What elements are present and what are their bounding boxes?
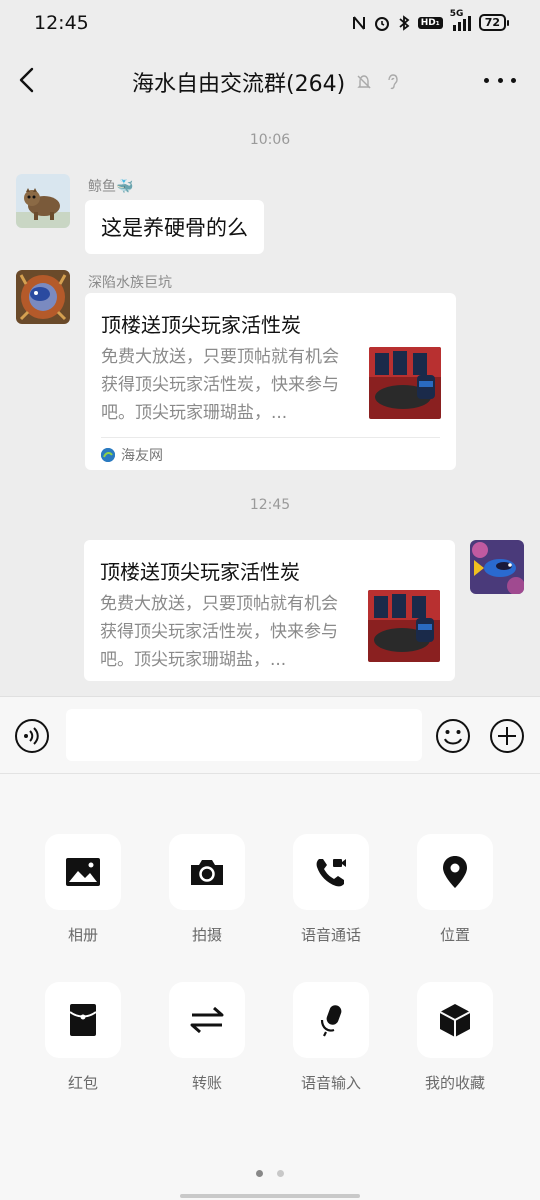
more-functions-button[interactable]: [489, 718, 525, 754]
location-pin-icon: [443, 856, 467, 888]
location-button[interactable]: [417, 834, 493, 910]
favorites-label: 我的收藏: [424, 1074, 485, 1092]
page-title: 海水自由交流群(264): [132, 72, 346, 97]
card-title: 顶楼送顶尖玩家活性炭: [100, 560, 300, 584]
tool-transfer[interactable]: 转账: [152, 982, 262, 1093]
tool-voice-call[interactable]: 语音通话: [276, 834, 386, 945]
source-logo-icon: [101, 448, 115, 462]
red-packet-button[interactable]: [45, 982, 121, 1058]
card-title: 顶楼送顶尖玩家活性炭: [101, 313, 301, 337]
more-options-button[interactable]: [484, 70, 516, 90]
tool-favorites[interactable]: 我的收藏: [400, 982, 510, 1093]
card-divider: [101, 437, 440, 438]
red-packet-label: 红包: [67, 1074, 98, 1092]
tool-voice-input[interactable]: 语音输入: [276, 982, 386, 1093]
home-indicator[interactable]: [180, 1194, 360, 1198]
more-dot-icon: [484, 77, 489, 83]
title-bar: 海水自由交流群(264): [0, 48, 540, 114]
page-dot[interactable]: [277, 1170, 284, 1177]
status-time: 12:45: [34, 12, 89, 34]
page-dot-active: [256, 1170, 263, 1177]
more-dot-icon: [497, 77, 503, 83]
voice-wave-icon: [15, 719, 49, 753]
status-bar: 12:45 HD₁ 5G 72: [0, 0, 540, 48]
camera-icon: [191, 860, 223, 885]
transfer-arrows-icon: [190, 1006, 224, 1034]
back-button[interactable]: [12, 64, 44, 96]
hd-badge: HD₁: [417, 16, 443, 29]
link-card[interactable]: 顶楼送顶尖玩家活性炭 免费大放送，只要顶帖就有机会获得顶尖玩家活性炭，快来参与吧…: [85, 293, 456, 470]
image-icon: [66, 858, 100, 886]
tool-album[interactable]: 相册: [28, 834, 138, 945]
card-thumbnail: [368, 590, 440, 662]
bluetooth-icon: [398, 14, 410, 31]
voice-input-label: 语音输入: [300, 1074, 361, 1092]
network-label: 5G: [449, 8, 464, 19]
input-bar: [0, 696, 540, 774]
earpiece-mode-icon: [388, 74, 398, 90]
card-source: 海友网: [101, 445, 163, 465]
tool-camera[interactable]: 拍摄: [152, 834, 262, 945]
avatar-whale[interactable]: [16, 174, 70, 228]
message-timestamp: 10:06: [249, 132, 291, 148]
voice-input-button[interactable]: [293, 982, 369, 1058]
back-arrow-icon: [19, 67, 34, 93]
album-label: 相册: [67, 926, 98, 944]
cube-icon: [439, 1004, 471, 1037]
sender-name: 深陷水族巨坑: [88, 275, 172, 291]
page-indicator: [0, 1170, 540, 1177]
card-description: 免费大放送，只要顶帖就有机会获得顶尖玩家活性炭，快来参与吧。顶尖玩家珊瑚盐，..…: [101, 347, 339, 423]
microphone-icon: [320, 1005, 342, 1037]
function-panel: 相册 拍摄 语音通话 位置 红包 转账 语音输入 我的收藏: [0, 774, 540, 1200]
message-bubble[interactable]: 这是养硬骨的么: [85, 200, 264, 254]
voice-call-label: 语音通话: [300, 926, 361, 944]
more-dot-icon: [511, 77, 516, 83]
tool-red-packet[interactable]: 红包: [28, 982, 138, 1093]
sender-name: 鲸鱼🐳: [88, 179, 134, 195]
phone-video-icon: [316, 859, 346, 887]
link-card[interactable]: 顶楼送顶尖玩家活性炭 免费大放送，只要顶帖就有机会获得顶尖玩家活性炭，快来参与吧…: [84, 540, 455, 681]
battery-indicator: 72: [478, 14, 510, 31]
chat-title: 海水自由交流群(264): [132, 66, 401, 98]
alarm-icon: [374, 15, 390, 31]
signal-5g-icon: 5G: [450, 9, 471, 31]
transfer-button[interactable]: [169, 982, 245, 1058]
voice-call-button[interactable]: [293, 834, 369, 910]
emoji-button[interactable]: [435, 718, 471, 754]
camera-label: 拍摄: [191, 926, 222, 944]
message-input[interactable]: [66, 709, 422, 761]
avatar-self[interactable]: [470, 540, 524, 594]
card-description: 免费大放送，只要顶帖就有机会获得顶尖玩家活性炭，快来参与吧。顶尖玩家珊瑚盐，..…: [100, 594, 338, 670]
red-packet-icon: [69, 1004, 97, 1036]
tool-location[interactable]: 位置: [400, 834, 510, 945]
status-icons: HD₁ 5G 72: [352, 9, 510, 31]
mute-bell-icon: [357, 75, 371, 89]
source-name: 海友网: [121, 448, 163, 464]
voice-mode-button[interactable]: [14, 718, 50, 754]
location-label: 位置: [439, 926, 470, 944]
emoji-smile-icon: [436, 719, 470, 753]
card-thumbnail: [369, 347, 441, 419]
avatar-aquarium-fan[interactable]: [16, 270, 70, 324]
message-timestamp: 12:45: [249, 497, 291, 513]
plus-circle-icon: [490, 719, 524, 753]
nfc-icon: [352, 15, 366, 31]
favorites-button[interactable]: [417, 982, 493, 1058]
album-button[interactable]: [45, 834, 121, 910]
transfer-label: 转账: [191, 1074, 222, 1092]
camera-button[interactable]: [169, 834, 245, 910]
